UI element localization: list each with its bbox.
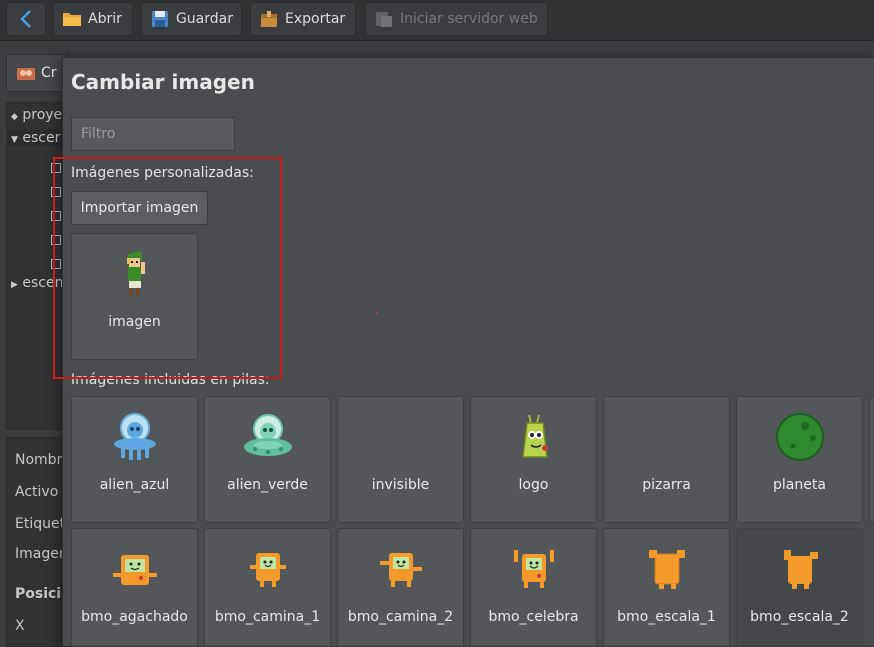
main-toolbar: Abrir Guardar Exportar Iniciar servidor … bbox=[0, 0, 874, 41]
image-tile-bmo-agachado[interactable]: bmo_agachado bbox=[71, 528, 198, 646]
image-tile-bmo-escala-2[interactable]: bmo_escala_2 bbox=[736, 528, 863, 646]
prop-name-label: Nombr bbox=[15, 452, 63, 468]
image-tile-alien-azul[interactable]: alien_azul bbox=[71, 396, 198, 523]
image-tile-bmo-camina-2[interactable]: bmo_camina_2 bbox=[337, 528, 464, 646]
logo-sprite bbox=[521, 414, 548, 458]
back-button[interactable] bbox=[6, 2, 46, 36]
prop-x-label: X bbox=[15, 618, 25, 634]
image-tile-label: pizarra bbox=[642, 477, 691, 493]
open-button[interactable]: Abrir bbox=[53, 2, 133, 36]
box-icon bbox=[261, 11, 277, 27]
server-icon bbox=[376, 12, 392, 27]
diamond-icon: ◆ bbox=[11, 112, 18, 122]
image-tile-label: logo bbox=[518, 477, 549, 493]
image-tile-pizarra[interactable]: pizarra bbox=[603, 396, 730, 523]
image-tile-label: bmo_celebra bbox=[488, 609, 579, 625]
image-tile-label: invisible bbox=[371, 477, 430, 493]
bmo-sprite bbox=[513, 550, 554, 588]
bmo-sprite bbox=[648, 550, 685, 589]
start-web-server-button[interactable]: Iniciar servidor web bbox=[365, 2, 548, 36]
export-label: Exportar bbox=[285, 11, 346, 27]
actors-icon bbox=[17, 68, 35, 80]
tree-item-project[interactable]: ◆ proye bbox=[11, 107, 62, 123]
image-tile-logo[interactable]: logo bbox=[470, 396, 597, 523]
image-tile-invisible[interactable]: invisible bbox=[337, 396, 464, 523]
tree-item-scene-1[interactable]: ▼ escer bbox=[7, 130, 69, 146]
folder-icon bbox=[63, 13, 81, 26]
image-tile-label: bmo_camina_1 bbox=[214, 609, 321, 625]
bmo-sprite bbox=[249, 553, 286, 587]
bmo-sprite bbox=[783, 550, 818, 589]
planet-sprite bbox=[775, 413, 824, 461]
export-button[interactable]: Exportar bbox=[250, 2, 356, 36]
save-button[interactable]: Guardar bbox=[141, 2, 242, 36]
prop-tags-label: Etiquet bbox=[15, 516, 66, 532]
filter-input[interactable] bbox=[71, 117, 235, 151]
chevron-down-icon: ▼ bbox=[11, 135, 18, 145]
image-tile-planeta[interactable]: planeta bbox=[736, 396, 863, 523]
image-tile-bmo-camina-1[interactable]: bmo_camina_1 bbox=[204, 528, 331, 646]
blue-alien-sprite bbox=[113, 413, 156, 460]
save-label: Guardar bbox=[175, 11, 233, 27]
image-tile-label: planeta bbox=[773, 477, 826, 493]
image-tile-label: alien_azul bbox=[99, 477, 170, 493]
floppy-disk-icon bbox=[151, 11, 168, 27]
arrow-left-icon bbox=[20, 10, 31, 28]
image-tile-label: bmo_escala_2 bbox=[750, 609, 849, 625]
open-label: Abrir bbox=[88, 11, 122, 27]
image-tile-bmo-escala-1[interactable]: bmo_escala_1 bbox=[603, 528, 730, 646]
create-actor-button[interactable]: Cr bbox=[6, 54, 68, 92]
bmo-sprite bbox=[379, 553, 422, 587]
dialog-title: Cambiar imagen bbox=[71, 70, 255, 94]
red-mark bbox=[376, 312, 378, 314]
chevron-right-icon: ▶ bbox=[11, 280, 18, 290]
start-web-server-label: Iniciar servidor web bbox=[400, 11, 538, 27]
image-tile-alien-verde[interactable]: alien_verde bbox=[204, 396, 331, 523]
prop-position-heading: Posici bbox=[15, 586, 62, 602]
image-tile-label: bmo_escala_1 bbox=[617, 609, 716, 625]
bmo-sprite bbox=[112, 555, 157, 585]
properties-panel: Nombr Activo Etiquet Imagen Posici X bbox=[6, 437, 70, 647]
image-tile-bmo-celebra[interactable]: bmo_celebra bbox=[470, 528, 597, 646]
prop-image-label: Imagen bbox=[15, 546, 68, 562]
prop-active-label: Activo bbox=[15, 484, 59, 500]
image-tile-label: alien_verde bbox=[227, 477, 308, 493]
custom-images-highlight bbox=[53, 157, 282, 379]
create-actor-label: Cr bbox=[41, 65, 57, 81]
image-tile-partial[interactable] bbox=[869, 396, 874, 523]
green-alien-sprite bbox=[243, 414, 292, 456]
image-tile-label: bmo_agachado bbox=[81, 609, 188, 625]
image-tile-label: bmo_camina_2 bbox=[347, 609, 454, 625]
